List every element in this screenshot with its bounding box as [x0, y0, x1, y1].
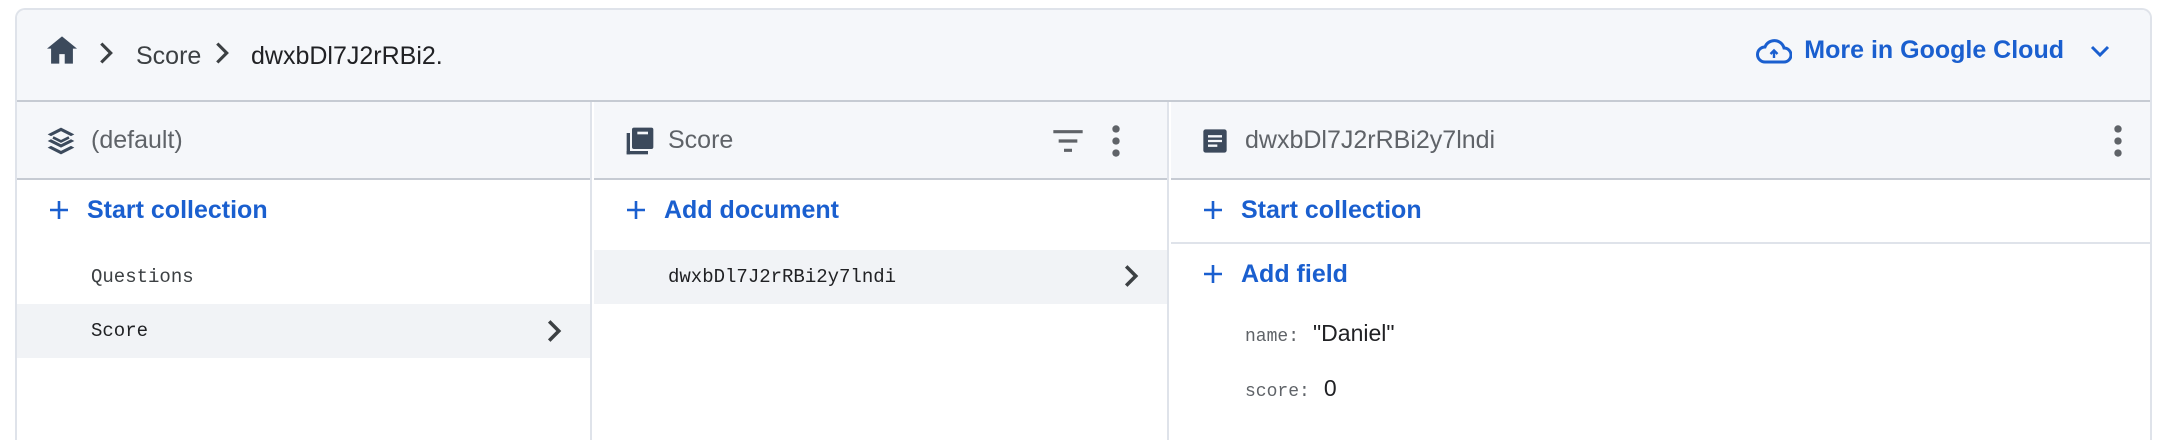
list-item-label: dwxbDl7J2rRBi2y7lndi — [668, 266, 897, 288]
document-column: dwxbDl7J2rRBi2y7lndi Start collection Ad… — [1171, 102, 2150, 440]
add-field-label: Add field — [1241, 260, 1348, 288]
collection-icon — [626, 127, 654, 155]
collection-item-questions[interactable]: Questions — [17, 250, 590, 304]
chevron-right-icon — [100, 42, 113, 64]
chevron-down-icon — [2090, 45, 2110, 57]
plus-icon — [50, 201, 68, 219]
field-row[interactable]: score: 0 — [1245, 375, 1337, 415]
chevron-right-icon — [547, 320, 562, 342]
field-value: 0 — [1323, 375, 1337, 401]
root-column: (default) Start collection Questions Sco… — [17, 102, 592, 440]
list-item-label: Questions — [91, 266, 194, 288]
breadcrumb: Score dwxbDl7J2rRBi2. More in Google Clo… — [17, 10, 2150, 102]
add-field-button[interactable]: Add field — [1171, 244, 2150, 306]
start-collection-label: Start collection — [87, 196, 268, 224]
chevron-right-icon — [216, 42, 229, 64]
add-document-button[interactable]: Add document — [594, 180, 1167, 242]
breadcrumb-item-document[interactable]: dwxbDl7J2rRBi2. — [251, 42, 443, 71]
add-document-label: Add document — [664, 196, 839, 224]
document-column-header: dwxbDl7J2rRBi2y7lndi — [1171, 102, 2150, 180]
field-key: score: — [1245, 382, 1310, 402]
database-stack-icon — [47, 127, 75, 155]
start-subcollection-label: Start collection — [1241, 196, 1422, 224]
collection-title: Score — [668, 126, 734, 154]
field-key: name: — [1245, 327, 1300, 347]
more-vert-icon[interactable] — [1110, 124, 1122, 158]
field-row[interactable]: name: "Daniel" — [1245, 320, 1395, 360]
cloud-icon — [1756, 38, 1793, 63]
list-item-label: Score — [91, 320, 149, 342]
collection-column-header: Score — [594, 102, 1167, 180]
start-subcollection-button[interactable]: Start collection — [1171, 180, 2150, 244]
plus-icon — [1204, 265, 1222, 283]
home-icon[interactable] — [45, 35, 79, 65]
start-collection-button[interactable]: Start collection — [17, 180, 590, 242]
document-title: dwxbDl7J2rRBi2y7lndi — [1245, 126, 1496, 154]
root-column-header: (default) — [17, 102, 590, 180]
more-in-google-cloud-button[interactable]: More in Google Cloud — [1756, 36, 2110, 65]
more-in-google-cloud-label: More in Google Cloud — [1804, 36, 2064, 64]
filter-icon[interactable] — [1052, 129, 1084, 153]
chevron-right-icon — [1124, 265, 1139, 287]
collection-item-score[interactable]: Score — [17, 304, 590, 358]
document-icon — [1203, 129, 1227, 153]
more-vert-icon[interactable] — [2112, 124, 2124, 158]
plus-icon — [627, 201, 645, 219]
breadcrumb-item-collection[interactable]: Score — [136, 42, 201, 71]
plus-icon — [1204, 201, 1222, 219]
firestore-panel: Score dwxbDl7J2rRBi2. More in Google Clo… — [15, 8, 2152, 440]
document-item[interactable]: dwxbDl7J2rRBi2y7lndi — [594, 250, 1167, 304]
root-title: (default) — [91, 126, 183, 154]
collection-column: Score Add document dwxbDl7J2rRBi2y7lndi — [594, 102, 1169, 440]
field-value: "Daniel" — [1313, 320, 1395, 346]
